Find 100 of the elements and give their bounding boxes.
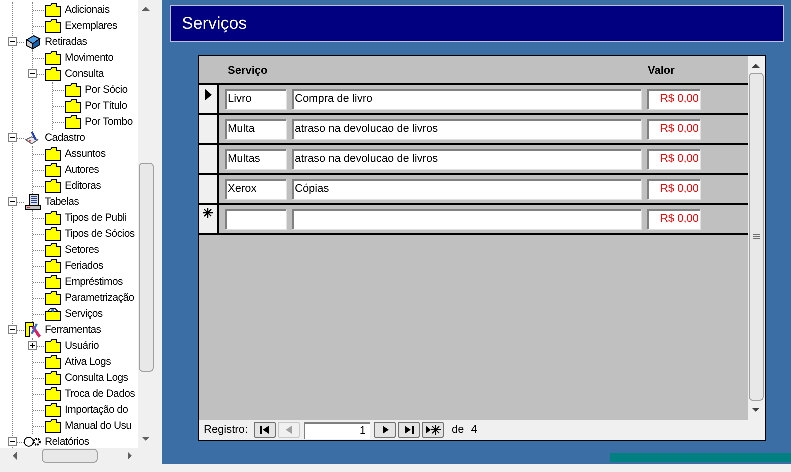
tree-item[interactable]: Manual do Usu (65, 419, 132, 433)
folder-icon (45, 355, 61, 369)
tree-item[interactable]: Feriados (65, 259, 104, 273)
collapse-icon[interactable] (28, 69, 37, 78)
scroll-right-arrow-icon[interactable] (128, 452, 133, 460)
tree-item[interactable]: Autores (65, 163, 100, 177)
value-field[interactable]: R$ 0,00 (647, 178, 701, 200)
description-field[interactable]: Compra de livro (292, 88, 642, 110)
service-field[interactable]: Xerox (225, 178, 287, 200)
tree-item[interactable]: Setores (65, 243, 100, 257)
record-count: 4 (471, 422, 478, 438)
folder-icon (45, 403, 61, 417)
next-record-button[interactable] (374, 422, 396, 438)
scroll-down-arrow-icon[interactable] (752, 408, 760, 413)
folder-icon (45, 163, 61, 177)
tree-item[interactable]: Empréstimos (65, 275, 123, 289)
tree-item[interactable]: Por Sócio (85, 83, 128, 97)
folder-icon (45, 179, 61, 193)
tree-item[interactable]: Usuário (65, 339, 100, 353)
pen-and-paper-icon (25, 130, 41, 146)
vertical-scrollbar[interactable] (748, 56, 765, 420)
service-field[interactable]: Livro (225, 88, 287, 110)
collapse-icon[interactable] (8, 437, 17, 446)
tree-item[interactable]: Ativa Logs (65, 355, 112, 369)
tools-icon (25, 322, 41, 338)
tree-item[interactable]: Serviços (65, 307, 103, 321)
tree-item[interactable]: Tipos de Sócios (65, 227, 135, 241)
scrollbar-thumb[interactable] (42, 449, 98, 463)
first-record-button[interactable] (254, 422, 276, 438)
skip-to-end-icon (403, 424, 416, 436)
collapse-icon[interactable] (8, 133, 17, 142)
tree-item[interactable]: Tabelas (45, 195, 80, 209)
record-label: Registro: (204, 422, 248, 438)
record-selector[interactable] (199, 205, 219, 233)
scroll-left-arrow-icon[interactable] (12, 452, 17, 460)
value-field[interactable]: R$ 0,00 (647, 148, 701, 170)
service-field[interactable]: Multa (225, 118, 287, 140)
tree-item[interactable]: Consulta (65, 67, 104, 81)
collapse-icon[interactable] (8, 197, 17, 206)
tree-item[interactable]: Assuntos (65, 147, 106, 161)
value-field[interactable]: R$ 0,00 (647, 208, 701, 230)
description-field[interactable]: atraso na devolucao de livros (292, 148, 642, 170)
gear-icon (24, 436, 42, 448)
tree-item[interactable]: Troca de Dados (65, 387, 136, 401)
tree-item[interactable]: Editoras (65, 179, 102, 193)
tree-item[interactable]: Importação do (65, 403, 128, 417)
description-field[interactable] (292, 208, 642, 230)
scrollbar-thumb[interactable] (749, 73, 764, 401)
record-number-field[interactable]: 1 (304, 422, 370, 438)
folder-icon (45, 419, 61, 433)
folder-icon (45, 211, 61, 225)
tree-item[interactable]: Exemplares (65, 19, 118, 33)
tree-item[interactable]: Por Tombo (85, 115, 133, 129)
grip-icon (753, 234, 760, 240)
tree-item[interactable]: Consulta Logs (65, 371, 128, 385)
folder-icon (45, 387, 61, 401)
record-selector[interactable] (199, 85, 219, 113)
new-record-icon (203, 208, 213, 218)
collapse-icon[interactable] (8, 37, 17, 46)
folder-icon (45, 67, 61, 81)
column-header: Valor (648, 64, 675, 79)
collapse-icon[interactable] (8, 325, 17, 334)
folder-icon (45, 227, 61, 241)
folder-icon (45, 339, 61, 353)
folder-icon (45, 51, 61, 65)
service-field[interactable]: Multas (225, 148, 287, 170)
tree-item[interactable]: Ferramentas (45, 323, 102, 337)
service-field[interactable] (225, 208, 287, 230)
tree-item[interactable]: Parametrização (65, 291, 134, 305)
tree-item[interactable]: Relatórios (45, 435, 90, 448)
value-field[interactable]: R$ 0,00 (647, 88, 701, 110)
folder-icon (45, 291, 61, 305)
folder-icon (45, 19, 61, 33)
folder-icon (65, 83, 81, 97)
tree-item[interactable]: Cadastro (45, 131, 86, 145)
folder-icon (45, 259, 61, 273)
scrollbar-thumb[interactable] (139, 163, 154, 372)
tree-item[interactable]: Retiradas (45, 35, 88, 49)
scroll-up-arrow-icon[interactable] (752, 63, 760, 68)
expand-icon[interactable] (28, 341, 37, 350)
value-field[interactable]: R$ 0,00 (647, 118, 701, 140)
column-header: Serviço (228, 64, 268, 79)
skip-to-start-icon (259, 424, 272, 436)
tree-item[interactable]: Por Título (85, 99, 128, 113)
record-selector[interactable] (199, 115, 219, 143)
tree-item[interactable]: Adicionais (65, 3, 110, 17)
tree-item[interactable]: Tipos de Publi (65, 211, 127, 225)
tree-item[interactable]: Movimento (65, 51, 114, 65)
record-selector[interactable] (199, 175, 219, 203)
record-selector[interactable] (199, 145, 219, 173)
description-field[interactable]: atraso na devolucao de livros (292, 118, 642, 140)
scroll-down-arrow-icon[interactable] (142, 437, 150, 442)
folder-icon (45, 371, 61, 385)
folder-icon (45, 3, 61, 17)
description-field[interactable]: Cópias (292, 178, 642, 200)
last-record-button[interactable] (398, 422, 420, 438)
folder-icon (45, 147, 61, 161)
folder-icon (45, 307, 61, 321)
scroll-up-arrow-icon[interactable] (142, 6, 150, 11)
new-record-button[interactable] (422, 422, 444, 438)
